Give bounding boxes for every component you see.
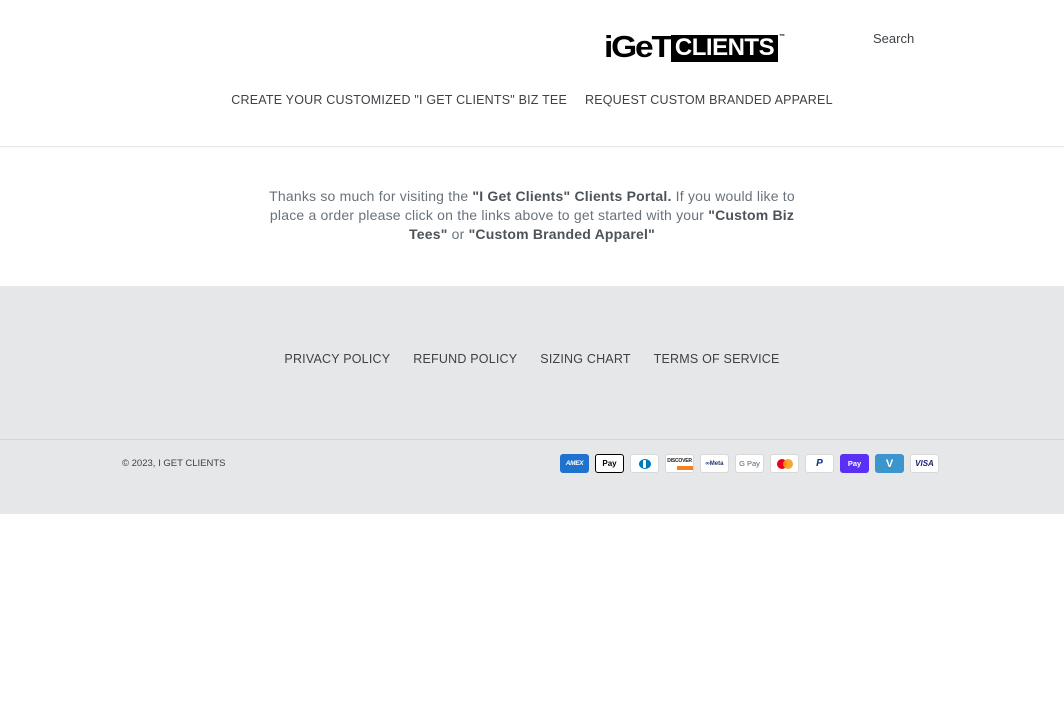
google-pay-icon: G Pay: [735, 454, 764, 473]
footer-link-terms-of-service[interactable]: TERMS OF SERVICE: [654, 352, 780, 366]
diners-club-icon: [630, 454, 659, 473]
intro-text-3: or: [447, 226, 469, 242]
visa-icon: VISA: [910, 454, 939, 473]
footer-nav: PRIVACY POLICY REFUND POLICY SIZING CHAR…: [0, 352, 1064, 366]
diners-club-mark: [638, 458, 651, 469]
nav-create-biz-tee[interactable]: CREATE YOUR CUSTOMIZED "I GET CLIENTS" B…: [231, 93, 567, 107]
footer-link-sizing-chart[interactable]: SIZING CHART: [540, 352, 630, 366]
amex-icon: AMEX: [560, 454, 589, 473]
intro-text-1: Thanks so much for visiting the: [269, 188, 473, 204]
site-footer: PRIVACY POLICY REFUND POLICY SIZING CHAR…: [0, 286, 1064, 514]
intro-bold-branded-apparel: "Custom Branded Apparel": [468, 226, 655, 242]
intro-text: Thanks so much for visiting the "I Get C…: [262, 187, 802, 286]
search-link[interactable]: Search: [873, 31, 914, 46]
footer-link-privacy-policy[interactable]: PRIVACY POLICY: [284, 352, 390, 366]
copyright-store-link[interactable]: I GET CLIENTS: [158, 458, 225, 469]
venmo-icon: V: [875, 454, 904, 473]
apple-pay-icon: Pay: [595, 454, 624, 473]
discover-label: DISCOVER: [667, 457, 692, 464]
mastercard-icon: [770, 454, 799, 473]
shop-pay-icon: Pay: [840, 454, 869, 473]
logo-iget-text: iGeT: [604, 29, 672, 64]
logo-clients-text: CLIENTS: [670, 35, 779, 62]
main-nav: CREATE YOUR CUSTOMIZED "I GET CLIENTS" B…: [0, 93, 1064, 107]
site-logo[interactable]: iGeT CLIENTS ™: [604, 29, 786, 64]
mastercard-orange-circle: [782, 458, 793, 469]
main-content: Thanks so much for visiting the "I Get C…: [0, 147, 1064, 286]
footer-divider: [0, 439, 1064, 440]
paypal-icon: P: [805, 454, 834, 473]
discover-icon: DISCOVER: [665, 454, 694, 473]
copyright-prefix: © 2023,: [122, 458, 159, 469]
copyright: © 2023, I GET CLIENTS: [122, 458, 225, 469]
intro-bold-portal: "I Get Clients" Clients Portal.: [472, 188, 672, 204]
nav-request-custom-apparel[interactable]: REQUEST CUSTOM BRANDED APPAREL: [585, 93, 833, 107]
logo-trademark: ™: [779, 34, 786, 40]
payment-icons: AMEX Pay DISCOVER ∞Meta G Pay P Pay V VI…: [560, 454, 939, 473]
site-header: iGeT CLIENTS ™ Search CREATE YOUR CUSTOM…: [0, 0, 1064, 147]
footer-link-refund-policy[interactable]: REFUND POLICY: [413, 352, 517, 366]
meta-pay-icon: ∞Meta: [700, 454, 729, 473]
discover-stripe: [666, 465, 693, 470]
